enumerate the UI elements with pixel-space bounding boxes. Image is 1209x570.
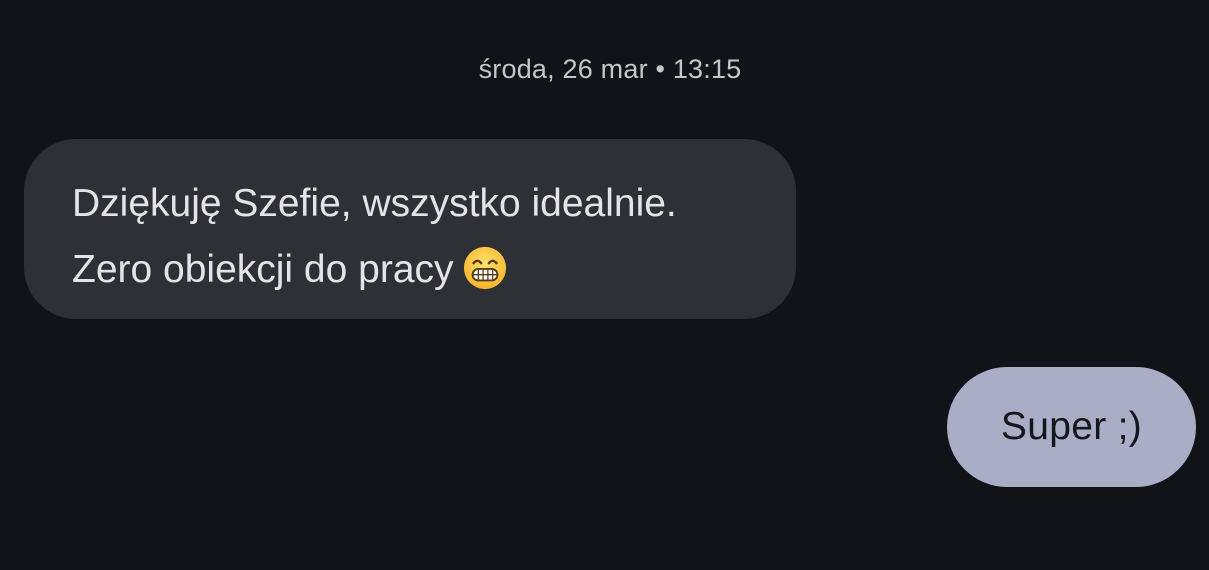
incoming-message-line-1: Dziękuję Szefie, wszystko idealnie. (72, 182, 677, 225)
outgoing-message-bubble[interactable]: Super ;) (947, 367, 1196, 487)
grinning-face-icon (463, 246, 506, 289)
conversation-view: środa, 26 mar • 13:15 Dziękuję Szefie, w… (0, 0, 1209, 570)
incoming-message-line-2: Zero obiekcji do pracy (72, 237, 748, 303)
outgoing-message-text: Super ;) (1000, 405, 1143, 448)
message-timestamp: środa, 26 mar • 13:15 (478, 54, 742, 84)
incoming-message-bubble[interactable]: Dziękuję Szefie, wszystko idealnie. Zero… (24, 139, 796, 319)
incoming-message-line-2-text: Zero obiekcji do pracy (72, 248, 454, 291)
